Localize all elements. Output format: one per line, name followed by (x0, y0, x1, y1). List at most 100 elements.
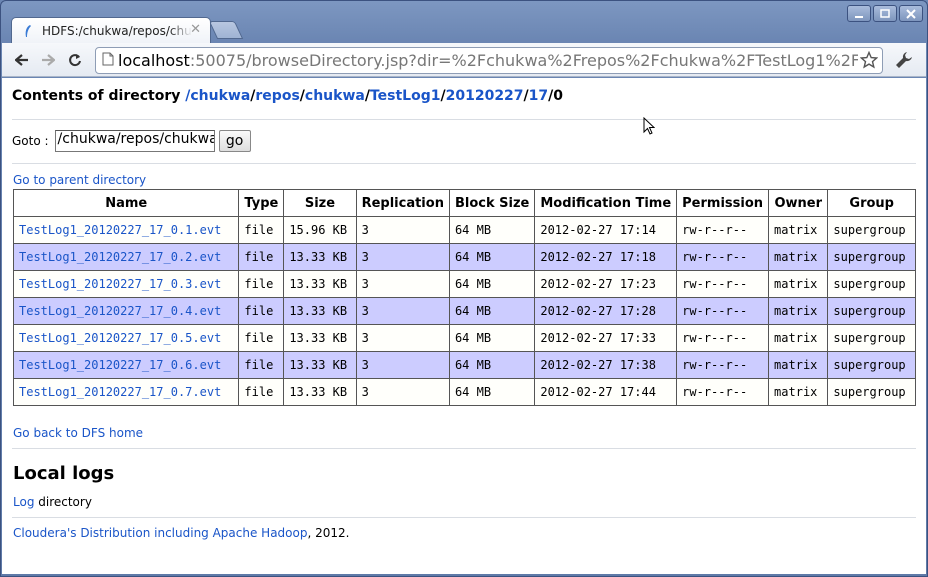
browser-toolbar: localhost:50075/browseDirectory.jsp?dir=… (2, 43, 926, 77)
table-header-row: Name Type Size Replication Block Size Mo… (12, 189, 916, 217)
cell-block-size: 64 MB (448, 378, 536, 406)
cell-modification-time: 2012-02-27 17:28 (534, 297, 678, 325)
cell-name: TestLog1_20120227_17_0.4.evt (12, 297, 240, 325)
go-button[interactable]: go (218, 130, 251, 152)
cell-modification-time: 2012-02-27 17:44 (534, 378, 678, 406)
breadcrumb-chukwa-2[interactable]: chukwa (305, 88, 365, 104)
cell-group: supergroup (827, 324, 916, 352)
back-button[interactable] (12, 50, 32, 70)
file-link[interactable]: TestLog1_20120227_17_0.3.evt (19, 277, 221, 291)
cell-modification-time: 2012-02-27 17:38 (534, 351, 678, 379)
cell-type: file (238, 243, 285, 271)
cell-replication: 3 (355, 324, 450, 352)
cell-size: 13.33 KB (283, 297, 357, 325)
cell-name: TestLog1_20120227_17_0.5.evt (12, 324, 240, 352)
divider (12, 163, 916, 164)
file-table: Name Type Size Replication Block Size Mo… (12, 189, 916, 406)
col-header-type: Type (238, 189, 285, 217)
cell-name: TestLog1_20120227_17_0.2.evt (12, 243, 240, 271)
table-row: TestLog1_20120227_17_0.2.evt file 13.33 KB… (12, 243, 916, 271)
cell-permission: rw-r--r-- (676, 351, 770, 379)
breadcrumb-chukwa[interactable]: /chukwa (185, 88, 250, 104)
col-header-owner: Owner (768, 189, 829, 217)
cell-permission: rw-r--r-- (676, 270, 770, 298)
url-host: localhost (118, 51, 190, 70)
browser-window: HDFS:/chukwa/repos/chuk ✕ localhost:5007… (0, 0, 928, 577)
cell-size: 13.33 KB (283, 324, 357, 352)
goto-form: Goto : /chukwa/repos/chukwa/ go (12, 130, 916, 152)
cell-group: supergroup (827, 243, 916, 271)
tab-close-icon[interactable]: ✕ (190, 22, 201, 37)
cell-block-size: 64 MB (448, 297, 536, 325)
cell-group: supergroup (827, 378, 916, 406)
reload-icon (69, 54, 81, 67)
cell-replication: 3 (355, 297, 450, 325)
divider (12, 119, 916, 120)
goto-input[interactable]: /chukwa/repos/chukwa/ (54, 130, 215, 152)
new-tab-button[interactable] (208, 21, 244, 39)
divider (12, 517, 916, 518)
file-link[interactable]: TestLog1_20120227_17_0.1.evt (19, 223, 221, 237)
cell-type: file (238, 297, 285, 325)
feather-icon (22, 24, 34, 38)
file-link[interactable]: TestLog1_20120227_17_0.7.evt (19, 385, 221, 399)
heading-prefix: Contents of directory (12, 88, 181, 104)
cell-owner: matrix (768, 270, 829, 298)
table-row: TestLog1_20120227_17_0.6.evt file 13.33 KB… (12, 351, 916, 379)
breadcrumb-repos[interactable]: repos (255, 88, 299, 104)
file-link[interactable]: TestLog1_20120227_17_0.6.evt (19, 358, 221, 372)
file-link[interactable]: TestLog1_20120227_17_0.5.evt (19, 331, 221, 345)
cell-owner: matrix (768, 297, 829, 325)
cell-replication: 3 (355, 351, 450, 379)
file-link[interactable]: TestLog1_20120227_17_0.2.evt (19, 250, 221, 264)
parent-directory-link[interactable]: Go to parent directory (13, 173, 916, 189)
breadcrumb-hour[interactable]: 17 (529, 88, 548, 104)
forward-arrow-icon (42, 54, 55, 66)
wrench-icon[interactable] (894, 50, 914, 74)
cell-block-size: 64 MB (448, 351, 536, 379)
dfs-home-link[interactable]: Go back to DFS home (13, 426, 916, 442)
address-bar[interactable]: localhost:50075/browseDirectory.jsp?dir=… (95, 47, 883, 74)
goto-label: Goto : (12, 134, 49, 148)
cell-replication: 3 (355, 216, 450, 244)
file-link[interactable]: TestLog1_20120227_17_0.4.evt (19, 304, 221, 318)
cell-size: 13.33 KB (283, 243, 357, 271)
maximize-button[interactable] (873, 5, 897, 22)
cell-type: file (238, 216, 285, 244)
cell-replication: 3 (355, 378, 450, 406)
minimize-button[interactable] (847, 5, 871, 22)
log-link[interactable]: Log (13, 495, 34, 509)
table-row: TestLog1_20120227_17_0.7.evt file 13.33 KB… (12, 378, 916, 406)
cell-group: supergroup (827, 351, 916, 379)
table-body: TestLog1_20120227_17_0.1.evt file 15.96 KB… (12, 216, 916, 406)
breadcrumb-date[interactable]: 20120227 (446, 88, 524, 104)
cell-owner: matrix (768, 324, 829, 352)
cell-group: supergroup (827, 297, 916, 325)
col-header-modification-time: Modification Time (534, 189, 678, 217)
reload-button[interactable] (65, 50, 85, 70)
close-icon (906, 8, 916, 19)
col-header-name: Name (12, 189, 240, 217)
footer: Cloudera's Distribution including Apache… (13, 526, 916, 542)
browser-tab[interactable]: HDFS:/chukwa/repos/chuk ✕ (11, 17, 211, 43)
cell-size: 15.96 KB (283, 216, 357, 244)
table-row: TestLog1_20120227_17_0.5.evt file 13.33 KB… (12, 324, 916, 352)
cell-modification-time: 2012-02-27 17:23 (534, 270, 678, 298)
close-window-button[interactable] (899, 5, 923, 22)
url-path: :50075/browseDirectory.jsp?dir=%2Fchukwa… (189, 51, 858, 70)
cell-name: TestLog1_20120227_17_0.6.evt (12, 351, 240, 379)
cell-owner: matrix (768, 243, 829, 271)
cell-owner: matrix (768, 351, 829, 379)
cell-owner: matrix (768, 378, 829, 406)
forward-button[interactable] (38, 50, 58, 70)
cdh-link[interactable]: Cloudera's Distribution including Apache… (13, 526, 307, 540)
cell-modification-time: 2012-02-27 17:18 (534, 243, 678, 271)
cell-permission: rw-r--r-- (676, 324, 770, 352)
cell-owner: matrix (768, 216, 829, 244)
tab-title: HDFS:/chukwa/repos/chuk (42, 23, 192, 38)
star-icon[interactable] (859, 50, 879, 73)
breadcrumb-testlog1[interactable]: TestLog1 (370, 88, 441, 104)
col-header-permission: Permission (676, 189, 770, 217)
cell-block-size: 64 MB (448, 324, 536, 352)
cell-replication: 3 (355, 270, 450, 298)
